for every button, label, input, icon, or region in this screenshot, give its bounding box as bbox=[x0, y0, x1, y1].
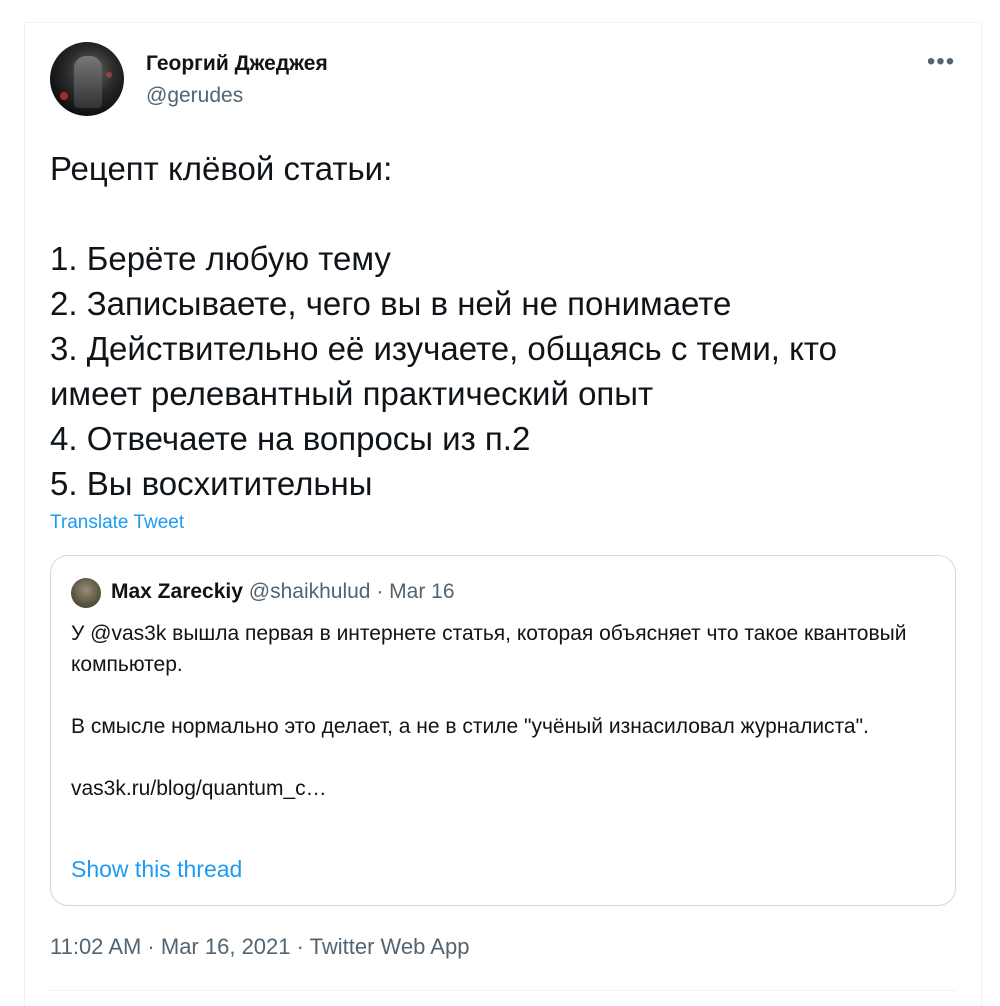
more-horizontal-icon: ••• bbox=[926, 48, 956, 75]
tweet-line: 5. Вы восхитительны bbox=[50, 465, 373, 502]
quote-blank-line bbox=[71, 680, 941, 711]
tweet-timestamp[interactable]: 11:02 AM · Mar 16, 2021 · Twitter Web Ap… bbox=[50, 934, 469, 960]
tweet-line: 2. Записываете, чего вы в ней не понимае… bbox=[50, 285, 732, 322]
tweet-line: 4. Отвечаете на вопросы из п.2 bbox=[50, 420, 531, 457]
quote-body: У @vas3k вышла первая в интернете статья… bbox=[71, 618, 941, 804]
more-options-button[interactable]: ••• bbox=[924, 50, 958, 74]
quote-paragraph: В смысле нормально это делает, а не в ст… bbox=[71, 715, 869, 738]
quote-author-name: Max Zareckiy bbox=[111, 580, 243, 603]
avatar-figure bbox=[74, 56, 102, 108]
author-name[interactable]: Георгий Джеджея bbox=[146, 52, 328, 76]
translate-tweet-link[interactable]: Translate Tweet bbox=[50, 512, 184, 534]
quote-header: Max Zareckiy @shaikhulud · Mar 16 bbox=[111, 580, 455, 604]
tweet-text: Рецепт клёвой статьи: 1. Берёте любую те… bbox=[50, 146, 950, 506]
quote-date: Mar 16 bbox=[389, 580, 455, 603]
avatar-light bbox=[60, 92, 68, 100]
quote-blank-line bbox=[71, 742, 941, 773]
avatar-light bbox=[106, 72, 112, 78]
tweet-line: 3. Действительно её изучаете, общаясь с … bbox=[50, 330, 838, 367]
divider bbox=[50, 990, 956, 991]
author-handle[interactable]: @gerudes bbox=[146, 84, 243, 108]
quote-author-avatar bbox=[71, 578, 101, 608]
quote-separator: · bbox=[370, 580, 390, 603]
quoted-tweet-card[interactable]: Max Zareckiy @shaikhulud · Mar 16 У @vas… bbox=[50, 555, 956, 906]
tweet-line: Рецепт клёвой статьи: bbox=[50, 150, 393, 187]
tweet-line: 1. Берёте любую тему bbox=[50, 240, 391, 277]
tweet-line: имеет релевантный практический опыт bbox=[50, 375, 654, 412]
quote-author-handle: @shaikhulud bbox=[248, 580, 371, 603]
quote-link: vas3k.ru/blog/quantum_c… bbox=[71, 777, 327, 800]
quote-paragraph: У @vas3k вышла первая в интернете статья… bbox=[71, 622, 907, 676]
show-thread-link[interactable]: Show this thread bbox=[71, 856, 242, 883]
author-avatar[interactable] bbox=[50, 42, 124, 116]
